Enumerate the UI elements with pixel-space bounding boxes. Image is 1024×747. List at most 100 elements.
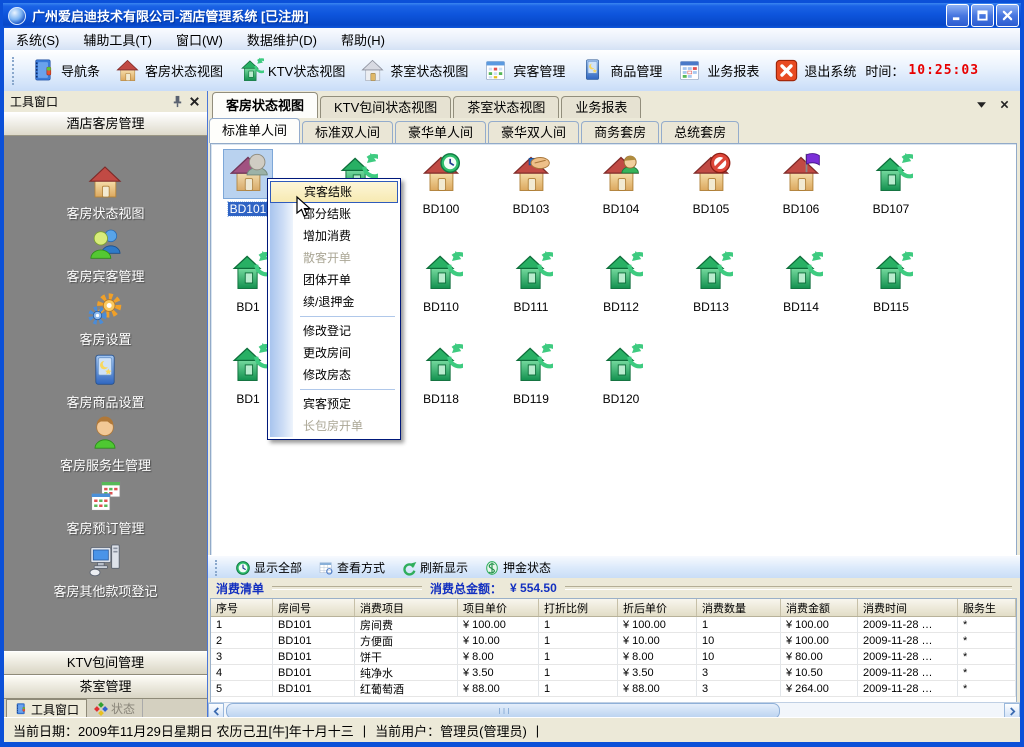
table-header-cell[interactable]: 打折比例 — [539, 599, 618, 616]
room-type-tab[interactable]: 豪华单人间 — [395, 121, 486, 143]
room-type-tab[interactable]: 标准单人间 — [209, 118, 300, 143]
sidebar-item[interactable]: 客房状态视图 — [66, 162, 144, 225]
room[interactable]: BD100 — [405, 150, 477, 218]
table-header-cell[interactable]: 折后单价 — [618, 599, 697, 616]
title-bar[interactable]: 广州爱启迪技术有限公司-酒店管理系统 [已注册] — [3, 3, 1021, 28]
table-row[interactable]: 4BD101纯净水¥ 3.501¥ 3.503¥ 10.502009-11-28… — [211, 665, 1016, 681]
toolbar-button[interactable]: 导航条 — [23, 55, 107, 86]
context-menu-item[interactable]: 增加消费 — [270, 225, 398, 247]
context-menu-items: 宾客结账 部分结账 增加消费 散客开单 团体开单 — [270, 181, 398, 437]
document-tab[interactable]: 业务报表 — [561, 96, 641, 118]
table-header-cell[interactable]: 消费项目 — [355, 599, 458, 616]
context-menu-item[interactable] — [270, 386, 398, 393]
sidebar-item[interactable]: 客房服务生管理 — [60, 414, 151, 477]
command-bar-grip[interactable] — [215, 560, 222, 576]
document-tab[interactable]: 茶室状态视图 — [453, 96, 559, 118]
menu-item[interactable]: 帮助(H) — [329, 28, 397, 50]
table-header-cell[interactable]: 服务生 — [958, 599, 1016, 616]
table-cell: 1 — [539, 633, 618, 648]
room[interactable]: BD112 — [585, 248, 657, 316]
context-menu-item[interactable]: 散客开单 — [270, 247, 398, 269]
sidebar-item[interactable]: 客房预订管理 — [66, 477, 144, 540]
tab-close-icon[interactable] — [999, 99, 1010, 110]
sidebar-bottom-tab[interactable]: 状态 — [87, 699, 143, 718]
context-menu-item[interactable]: 更改房间 — [270, 342, 398, 364]
room-clock-icon — [419, 152, 463, 196]
pin-icon[interactable] — [171, 95, 184, 108]
sidebar-item[interactable]: 客房宾客管理 — [66, 225, 144, 288]
table-row[interactable]: 1BD101房间费¥ 100.001¥ 100.001¥ 100.002009-… — [211, 617, 1016, 633]
menu-item[interactable]: 窗口(W) — [164, 28, 235, 50]
context-menu-item[interactable]: 宾客预定 — [270, 393, 398, 415]
goods-book-icon — [579, 57, 606, 84]
room[interactable]: BD120 — [585, 340, 657, 408]
document-tab[interactable]: 客房状态视图 — [212, 92, 318, 118]
toolbar-button[interactable]: 客房状态视图 — [107, 55, 230, 86]
sidebar-item[interactable]: 客房其他款项登记 — [53, 540, 157, 603]
table-row[interactable]: 2BD101方便面¥ 10.001¥ 10.0010¥ 100.002009-1… — [211, 633, 1016, 649]
room[interactable]: BD107 — [855, 150, 927, 218]
table-header-cell[interactable]: 项目单价 — [458, 599, 539, 616]
toolbar-button[interactable]: 业务报表 — [669, 55, 766, 86]
room-type-tab[interactable]: 总统套房 — [661, 121, 739, 143]
table-row[interactable]: 5BD101红葡萄酒¥ 88.001¥ 88.003¥ 264.002009-1… — [211, 681, 1016, 697]
room-type-tab[interactable]: 商务套房 — [581, 121, 659, 143]
sidebar-item[interactable]: 客房商品设置 — [66, 351, 144, 414]
menu-item[interactable]: 系统(S) — [4, 28, 71, 50]
toolbar-button[interactable]: 宾客管理 — [475, 55, 572, 86]
maximize-icon[interactable] — [971, 4, 994, 27]
room[interactable]: BD114 — [765, 248, 837, 316]
room[interactable]: BD119 — [495, 340, 567, 408]
context-menu-item[interactable] — [270, 313, 398, 320]
table-header-cell[interactable]: 房间号 — [273, 599, 355, 616]
sidebar-group-bar[interactable]: KTV包间管理 — [4, 651, 207, 675]
table-header-cell[interactable]: 序号 — [211, 599, 273, 616]
table-cell: ¥ 10.00 — [618, 633, 697, 648]
room-type-tab[interactable]: 豪华双人间 — [488, 121, 579, 143]
minimize-icon[interactable] — [946, 4, 969, 27]
context-menu-item[interactable]: 长包房开单 — [270, 415, 398, 437]
context-menu-item[interactable]: 团体开单 — [270, 269, 398, 291]
toolbar-button[interactable]: KTV状态视图 — [230, 55, 352, 86]
table-row[interactable]: 3BD101饼干¥ 8.001¥ 8.0010¥ 80.002009-11-28… — [211, 649, 1016, 665]
context-menu-item[interactable]: 部分结账 — [270, 203, 398, 225]
room[interactable]: BD104 — [585, 150, 657, 218]
table-header-cell[interactable]: 消费金额 — [781, 599, 858, 616]
table-header-cell[interactable]: 消费数量 — [697, 599, 781, 616]
room[interactable]: BD103 — [495, 150, 567, 218]
command-button[interactable]: 刷新显示 — [395, 558, 474, 577]
room[interactable]: BD111 — [495, 248, 567, 316]
room-vacant-icon — [689, 250, 733, 294]
room[interactable]: BD106 — [765, 150, 837, 218]
command-button[interactable]: 押金状态 — [478, 558, 557, 577]
room[interactable]: BD105 — [675, 150, 747, 218]
toolbar-button[interactable]: 茶室状态视图 — [352, 55, 475, 86]
context-menu-item[interactable]: 修改登记 — [270, 320, 398, 342]
sidebar-group-bar[interactable]: 茶室管理 — [4, 675, 207, 699]
room[interactable]: BD113 — [675, 248, 747, 316]
room-label: BD110 — [421, 300, 461, 314]
context-menu-item[interactable]: 续/退押金 — [270, 291, 398, 313]
toolbar-button[interactable]: 退出系统 — [766, 55, 863, 86]
menu-item[interactable]: 数据维护(D) — [235, 28, 329, 50]
table-cell: * — [958, 681, 1016, 696]
room[interactable]: BD118 — [405, 340, 477, 408]
toolbar-button[interactable]: 商品管理 — [572, 55, 669, 86]
sidebar-bottom-tab[interactable]: 工具窗口 — [6, 699, 87, 718]
sidebar-item[interactable]: 客房设置 — [79, 288, 131, 351]
room[interactable]: BD115 — [855, 248, 927, 316]
toolbar-grip[interactable] — [12, 57, 19, 85]
tab-list-dropdown-icon[interactable] — [976, 99, 987, 110]
command-button[interactable]: 显示全部 — [229, 558, 308, 577]
hotel-room-management-group[interactable]: 酒店客房管理 — [4, 113, 207, 136]
document-tab[interactable]: KTV包间状态视图 — [320, 96, 451, 118]
context-menu-item[interactable]: 宾客结账 — [270, 181, 398, 203]
close-panel-icon[interactable] — [188, 95, 201, 108]
command-button[interactable]: 查看方式 — [312, 558, 391, 577]
room[interactable]: BD110 — [405, 248, 477, 316]
context-menu-item[interactable]: 修改房态 — [270, 364, 398, 386]
close-icon[interactable] — [996, 4, 1019, 27]
menu-item[interactable]: 辅助工具(T) — [71, 28, 164, 50]
room-type-tab[interactable]: 标准双人间 — [302, 121, 393, 143]
table-header-cell[interactable]: 消费时间 — [858, 599, 958, 616]
